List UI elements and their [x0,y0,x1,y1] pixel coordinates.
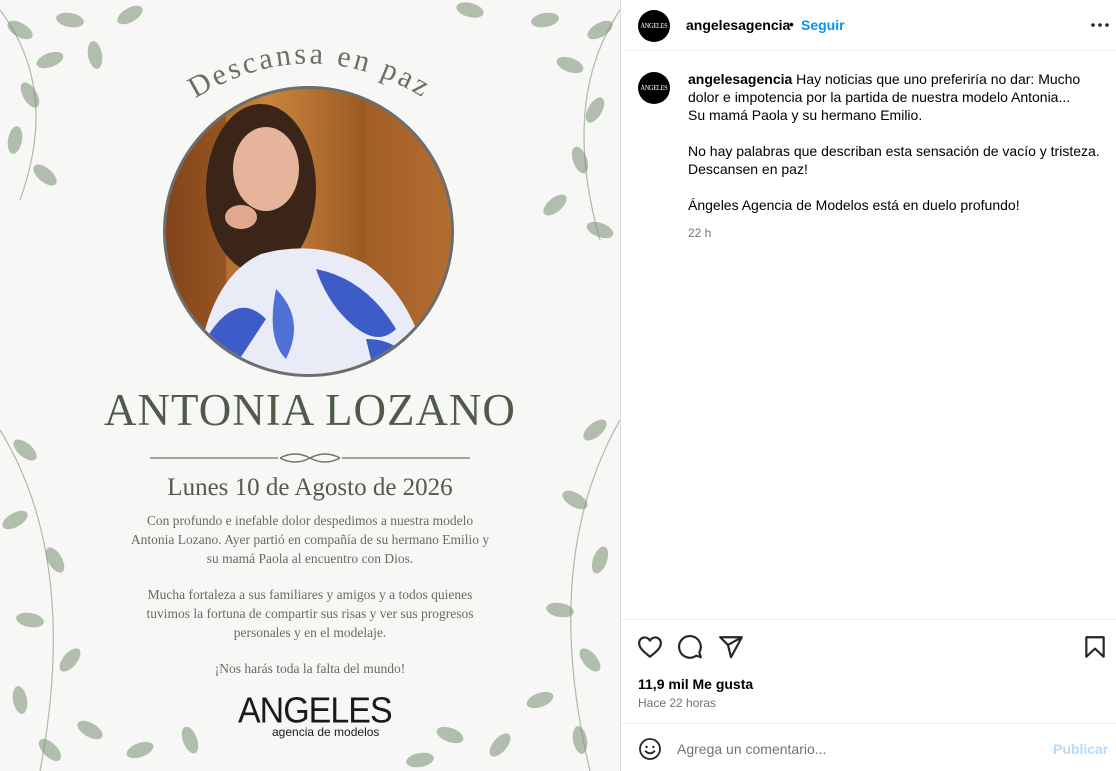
card-text-line: ¡Nos harás toda la falta del mundo! [214,661,406,676]
card-text-line: Mucha fortaleza a sus familiares y amigo… [147,587,473,602]
comment-bar: Publicar [621,723,1116,771]
caption-line: No hay palabras que describan esta sensa… [688,143,1100,159]
publish-button[interactable]: Publicar [1053,741,1108,757]
avatar-logo-text: ÁNGELES [640,22,668,30]
card-text-line: Antonia Lozano. Ayer partió en compañía … [130,532,490,547]
agency-logo: ANGELES agencia de modelos [238,691,393,744]
caption-username[interactable]: angelesagencia [688,71,792,87]
card-text-line: Con profundo e inefable dolor despedimos… [146,513,474,528]
comment-icon[interactable] [677,634,703,660]
avatar[interactable]: ÁNGELES [638,10,670,42]
deceased-name-heading: ANTONIA LOZANO [104,385,516,435]
caption-line: dolor e impotencia por la partida de nue… [688,89,1071,105]
caption-line: Ángeles Agencia de Modelos está en duelo… [688,197,1020,213]
card-text-line: tuvimos la fortuna de compartir sus risa… [146,606,474,621]
memorial-date: Lunes 10 de Agosto de 2026 [167,474,453,501]
post-age: Hace 22 horas [638,696,717,710]
emoji-icon[interactable] [638,737,662,761]
comment-input[interactable] [677,737,1047,761]
heart-icon[interactable] [637,634,663,660]
header-username[interactable]: angelesagencia [686,17,790,33]
agency-logo-subtitle: agencia de modelos [272,725,380,739]
more-options-icon[interactable] [1089,15,1111,35]
caption-text: angelesagencia Hay noticias que uno pref… [688,70,1108,214]
likes-count[interactable]: 11,9 mil Me gusta [638,676,753,692]
post-image[interactable]: Descansa en paz ANTONIA LOZANO Lunes 10 … [0,0,620,771]
card-text-line: personales y en el modelaje. [233,625,387,640]
post-actions-bar: 11,9 mil Me gusta Hace 22 horas [621,619,1116,723]
caption-line: Descansen en paz! [688,161,808,177]
post-side-panel: ÁNGELES angelesagencia • Seguir ÁNGELES … [620,0,1116,771]
post-header: ÁNGELES angelesagencia • Seguir [621,0,1116,51]
caption-avatar[interactable]: ÁNGELES [638,72,670,104]
ornament-divider [150,453,470,463]
caption-line: Su mamá Paola y su hermano Emilio. [688,107,923,123]
avatar-logo-text: ÁNGELES [640,84,668,92]
card-text-line: su mamá Paola al encuentro con Dios. [206,551,414,566]
bookmark-icon[interactable] [1082,634,1108,660]
follow-button[interactable]: Seguir [801,17,845,33]
share-icon[interactable] [718,634,744,660]
portrait-photo [163,86,454,377]
caption-timestamp[interactable]: 22 h [688,226,711,240]
card-paragraph-1: Con profundo e inefable dolor despedimos… [100,511,520,568]
card-paragraph-2: Mucha fortaleza a sus familiares y amigo… [100,585,520,642]
caption-line: Hay noticias que uno preferiría no dar: … [796,71,1081,87]
card-paragraph-3: ¡Nos harás toda la falta del mundo! [100,659,520,678]
separator-dot: • [789,16,794,32]
